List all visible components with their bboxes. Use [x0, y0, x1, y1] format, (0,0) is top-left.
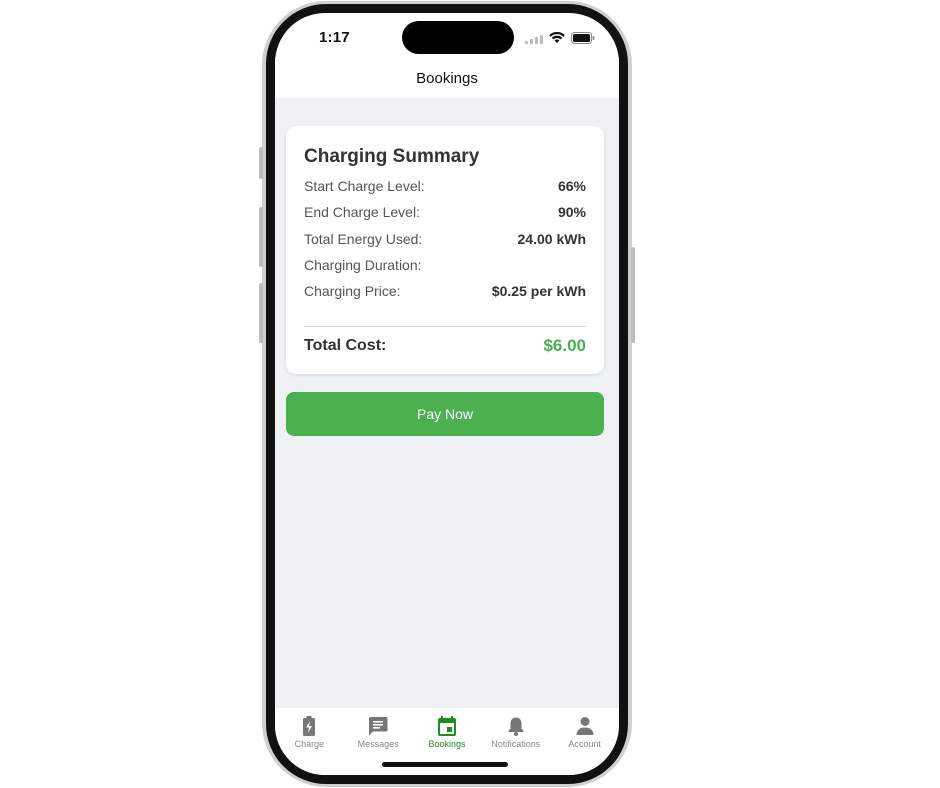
home-indicator — [382, 762, 508, 767]
tab-label: Messages — [357, 739, 399, 749]
card-title: Charging Summary — [304, 146, 480, 167]
row-label: End Charge Level: — [304, 204, 420, 220]
row-label: Charging Duration: — [304, 257, 422, 273]
phone-frame: 1:17 Bookings Charging Summary Start Cha… — [259, 1, 635, 787]
tab-label: Notifications — [491, 739, 541, 749]
tab-bookings[interactable]: Bookings — [413, 708, 482, 756]
tab-charge[interactable]: Charge — [275, 708, 344, 756]
status-icons — [525, 31, 595, 49]
row-value: $0.25 per kWh — [491, 283, 586, 299]
calendar-icon — [437, 716, 456, 736]
row-charging-price: Charging Price: $0.25 per kWh — [304, 283, 586, 303]
row-start-charge-level: Start Charge Level: 66% — [304, 178, 586, 198]
page-title: Bookings — [416, 70, 478, 87]
message-icon — [369, 717, 388, 736]
tab-label: Account — [568, 739, 601, 749]
status-time: 1:17 — [319, 29, 350, 46]
charging-summary-card: Charging Summary Start Charge Level: 66%… — [286, 126, 604, 374]
wifi-icon — [549, 31, 565, 49]
row-value: 66% — [557, 178, 586, 194]
divider — [304, 326, 586, 327]
row-label: Total Energy Used: — [304, 231, 423, 247]
tab-label: Charge — [294, 739, 325, 749]
battery-charging-icon — [303, 716, 316, 736]
main-content: Charging Summary Start Charge Level: 66%… — [275, 98, 619, 708]
tab-label: Bookings — [428, 739, 466, 749]
row-label: Charging Price: — [304, 283, 401, 299]
silent-switch — [259, 147, 263, 179]
tab-account[interactable]: Account — [550, 708, 619, 756]
screen: 1:17 Bookings Charging Summary Start Cha… — [275, 13, 619, 775]
total-cost-label: Total Cost: — [304, 337, 387, 354]
bell-icon — [508, 717, 524, 736]
power-button — [631, 247, 635, 343]
row-end-charge-level: End Charge Level: 90% — [304, 204, 586, 224]
volume-up-button — [259, 207, 263, 267]
nav-header: Bookings — [275, 57, 619, 98]
tab-notifications[interactable]: Notifications — [481, 708, 550, 756]
row-value: 90% — [557, 204, 586, 220]
row-value: 24.00 kWh — [517, 231, 586, 247]
row-charging-duration: Charging Duration: — [304, 257, 586, 277]
dynamic-island — [402, 21, 514, 54]
person-icon — [576, 717, 594, 735]
tab-messages[interactable]: Messages — [344, 708, 413, 756]
cellular-icon — [525, 31, 543, 49]
row-total-energy-used: Total Energy Used: 24.00 kWh — [304, 231, 586, 251]
pay-now-button[interactable]: Pay Now — [286, 392, 604, 436]
row-label: Start Charge Level: — [304, 178, 425, 194]
tab-bar: Charge Messages Bookings Notifications A… — [275, 708, 619, 775]
total-cost-value: $6.00 — [543, 336, 586, 355]
volume-down-button — [259, 283, 263, 343]
battery-icon — [571, 31, 595, 49]
